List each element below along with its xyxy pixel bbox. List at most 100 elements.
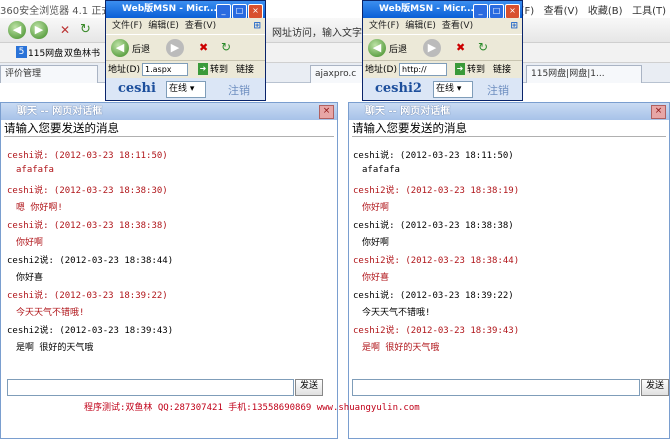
- ie-page-bar: ceshi2 在线 ▾ 注销: [363, 78, 522, 100]
- menu-favorites[interactable]: 收藏(B): [588, 6, 623, 17]
- message-text: 今天天气不错哦!: [362, 308, 431, 318]
- go-button[interactable]: 转到: [210, 61, 228, 79]
- browser-title: 360安全浏览器 4.1 正式版: [0, 6, 122, 17]
- send-button[interactable]: 发送: [295, 379, 323, 396]
- windows-flag-icon: ⊞: [510, 21, 518, 31]
- back-button-label[interactable]: 后退: [389, 42, 407, 55]
- close-icon[interactable]: ×: [319, 105, 334, 119]
- back-arrow-icon[interactable]: ◀: [368, 39, 386, 57]
- send-button[interactable]: 发送: [641, 379, 669, 396]
- logout-link[interactable]: 注销: [487, 82, 509, 98]
- logout-link[interactable]: 注销: [228, 82, 250, 98]
- message-meta: ceshi说: (2012-03-23 18:38:38): [7, 221, 168, 231]
- forward-arrow-icon[interactable]: ▶: [30, 21, 48, 39]
- go-arrow-icon[interactable]: ➜: [455, 63, 465, 75]
- links-label[interactable]: 链接: [493, 61, 511, 79]
- ie-menu-bar: 文件(F) 编辑(E) 查看(V) ⊞: [106, 18, 265, 34]
- chat-dialog-title: 聊天 -- 网页对话框: [349, 103, 669, 120]
- menu-view[interactable]: 查看(V): [544, 6, 579, 17]
- stop-icon[interactable]: ✕: [60, 23, 70, 37]
- message-text: afafafa: [362, 165, 400, 175]
- message-input[interactable]: [7, 379, 294, 396]
- go-arrow-icon[interactable]: ➜: [198, 63, 208, 75]
- message-text: 你好啊: [362, 238, 390, 248]
- window-controls: _ □ ×: [215, 3, 263, 19]
- forward-arrow-icon[interactable]: ▶: [423, 39, 441, 57]
- menu-tools[interactable]: 工具(T): [632, 6, 666, 17]
- ie-page-bar: ceshi 在线 ▾ 注销: [106, 78, 265, 100]
- go-button[interactable]: 转到: [467, 61, 485, 79]
- window-controls: _ □ ×: [472, 3, 520, 19]
- fav-item-shuangyulin[interactable]: 双鱼林书: [64, 46, 100, 59]
- message-meta: ceshi说: (2012-03-23 18:38:38): [353, 221, 514, 231]
- menu-view[interactable]: 查看(V): [442, 21, 473, 31]
- stop-icon[interactable]: ✖: [199, 41, 208, 54]
- chat-message: ceshi说: (2012-03-23 18:11:50) afafafa: [353, 148, 514, 175]
- menu-file[interactable]: 文件(F): [369, 21, 399, 31]
- chat-message: ceshi说: (2012-03-23 18:11:50) afafafa: [7, 148, 168, 175]
- menu-view[interactable]: 查看(V): [185, 21, 216, 31]
- back-arrow-icon[interactable]: ◀: [111, 39, 129, 57]
- message-meta: ceshi说: (2012-03-23 18:39:22): [353, 291, 514, 301]
- message-text: 你好啊: [362, 203, 390, 213]
- refresh-icon[interactable]: ↻: [221, 40, 231, 54]
- menu-file[interactable]: 文件(F): [112, 21, 142, 31]
- status-select[interactable]: 在线 ▾: [433, 81, 473, 98]
- back-arrow-icon[interactable]: ◀: [8, 21, 26, 39]
- chat-message: ceshi2说: (2012-03-23 18:39:43) 是啊 很好的天气哦: [353, 323, 519, 353]
- chat-prompt: 请输入您要发送的消息: [352, 121, 467, 135]
- windows-flag-icon: ⊞: [253, 21, 261, 31]
- close-icon[interactable]: ×: [505, 4, 520, 19]
- chat-message: ceshi2说: (2012-03-23 18:38:44) 你好喜: [7, 253, 173, 283]
- menu-edit[interactable]: 编辑(E): [148, 21, 179, 31]
- chat-dialog-title: 聊天 -- 网页对话框: [1, 103, 337, 120]
- browser-tab-strip: 评价管理 ajaxpro.c 115网盘|网盘|1...: [0, 63, 670, 83]
- stop-icon[interactable]: ✖: [456, 41, 465, 54]
- chat-message: ceshi说: (2012-03-23 18:38:38) 你好啊: [7, 218, 168, 248]
- chat-dialog-2: 聊天 -- 网页对话框 × 请输入您要发送的消息 ceshi说: (2012-0…: [348, 102, 670, 439]
- username: ceshi: [118, 81, 156, 96]
- tab-115-pan[interactable]: 115网盘|网盘|1...: [526, 65, 642, 83]
- username: ceshi2: [375, 81, 422, 96]
- ie-window-2: Web版MSN - Micr... _ □ × 文件(F) 编辑(E) 查看(V) ⊞ …: [362, 0, 523, 101]
- ie-address-bar: 地址(D) http:// ➜ 转到 链接: [363, 60, 522, 79]
- message-input[interactable]: [352, 379, 640, 396]
- address-label: 地址(D): [365, 65, 397, 75]
- browser-menu: 文件(F) 查看(V) 收藏(B) 工具(T): [501, 2, 666, 17]
- divider: [352, 136, 666, 137]
- maximize-icon[interactable]: □: [232, 4, 247, 19]
- minimize-icon[interactable]: _: [473, 4, 488, 19]
- tab-review-admin[interactable]: 评价管理: [0, 65, 98, 83]
- minimize-icon[interactable]: _: [216, 4, 231, 19]
- status-select[interactable]: 在线 ▾: [166, 81, 206, 98]
- chat-message: ceshi2说: (2012-03-23 18:38:19) 你好啊: [353, 183, 519, 213]
- back-button-label[interactable]: 后退: [132, 42, 150, 55]
- chat-message: ceshi说: (2012-03-23 18:39:22) 今天天气不错哦!: [353, 288, 514, 318]
- ie-address-bar: 地址(D) 1.aspx ➜ 转到 链接: [106, 60, 265, 79]
- footer-credit: 程序测试:双鱼林 QQ:287307421 手机:13558690869 www…: [84, 403, 420, 413]
- address-input[interactable]: http://: [399, 63, 447, 76]
- refresh-icon[interactable]: ↻: [478, 40, 488, 54]
- message-meta: ceshi2说: (2012-03-23 18:38:19): [353, 186, 520, 196]
- chat-message: ceshi说: (2012-03-23 18:38:30) 嗯 你好啊!: [7, 183, 168, 213]
- fav-item-115[interactable]: 115网盘: [28, 46, 63, 59]
- tab-ajaxpro[interactable]: ajaxpro.c: [310, 65, 368, 83]
- ie-menu-bar: 文件(F) 编辑(E) 查看(V) ⊞: [363, 18, 522, 34]
- address-hint[interactable]: 网址访问，输入文字搜: [272, 24, 372, 39]
- message-meta: ceshi说: (2012-03-23 18:39:22): [7, 291, 168, 301]
- chat-prompt: 请输入您要发送的消息: [4, 121, 119, 135]
- close-icon[interactable]: ×: [248, 4, 263, 19]
- chat-dialog-1: 聊天 -- 网页对话框 × 请输入您要发送的消息 ceshi说: (2012-0…: [0, 102, 338, 439]
- maximize-icon[interactable]: □: [489, 4, 504, 19]
- close-icon[interactable]: ×: [651, 105, 666, 119]
- ie-nav-bar: ◀ 后退 ▶ ✖ ↻: [106, 34, 265, 61]
- refresh-icon[interactable]: ↻: [80, 22, 91, 37]
- message-text: 是啊 很好的天气哦: [362, 343, 440, 353]
- chat-message: ceshi2说: (2012-03-23 18:39:43) 是啊 很好的天气哦: [7, 323, 173, 353]
- chat-message: ceshi说: (2012-03-23 18:38:38) 你好啊: [353, 218, 514, 248]
- links-label[interactable]: 链接: [236, 61, 254, 79]
- forward-arrow-icon[interactable]: ▶: [166, 39, 184, 57]
- address-input[interactable]: 1.aspx: [142, 63, 188, 76]
- menu-edit[interactable]: 编辑(E): [405, 21, 436, 31]
- message-meta: ceshi2说: (2012-03-23 18:39:43): [7, 326, 174, 336]
